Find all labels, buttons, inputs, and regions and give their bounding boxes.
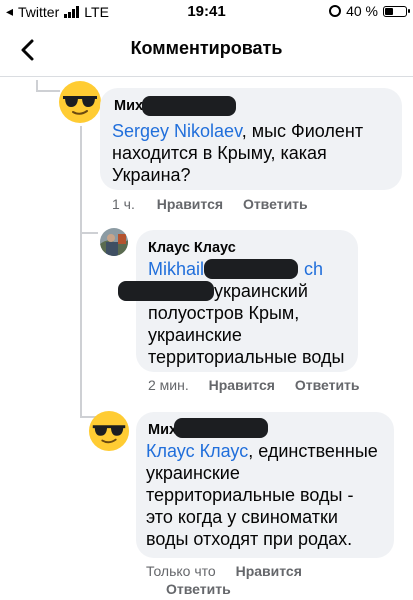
comment-author[interactable]: Мих	[148, 422, 177, 438]
redacted-name	[142, 96, 236, 116]
comment-time: 2 мин.	[148, 377, 189, 393]
comment-text-line-2: украинские	[146, 463, 240, 483]
comment-text-line-4: это когда у свиноматки	[146, 507, 338, 527]
nav-header: Комментировать	[0, 24, 413, 77]
thread-line-top-curve	[36, 90, 60, 92]
battery-icon	[383, 5, 410, 17]
comment-meta-1: 1 ч. Нравится Ответить	[112, 196, 308, 212]
comment-bubble-2[interactable]: Клаус Клаус Mikhail ch украинский полуос…	[118, 230, 358, 372]
thread-line-branch-1	[80, 232, 98, 234]
comment-author[interactable]: Клаус Клаус	[148, 240, 236, 256]
comment-text-line-1: Sergey Nikolaev, мыс Фиолент	[112, 120, 363, 142]
sunglasses-face-icon	[59, 81, 101, 123]
comment-time: Только что	[146, 563, 216, 579]
reply-button[interactable]: Ответить	[243, 196, 308, 212]
avatar-sunglasses[interactable]	[58, 80, 102, 124]
redacted-name	[204, 259, 298, 279]
avatar-photo[interactable]	[100, 228, 128, 256]
comment-text-line-3: полуостров Крым,	[148, 303, 300, 323]
page-title: Комментировать	[130, 38, 283, 58]
status-right: 40 %	[329, 3, 410, 19]
mention-link-start[interactable]: Mikhail	[148, 259, 204, 279]
comment-bubble-1[interactable]: Мих Sergey Nikolaev, мыс Фиолент находит…	[100, 88, 402, 190]
redacted-name	[118, 281, 214, 301]
battery-percent: 40 %	[346, 3, 378, 19]
avatar-sunglasses[interactable]	[88, 410, 130, 452]
comment-meta-2: 2 мин. Нравится Ответить	[148, 377, 360, 393]
mention-link[interactable]: Клаус Клаус	[146, 441, 248, 461]
comment-meta-3: Только что Нравится	[146, 562, 302, 580]
comment-time: 1 ч.	[112, 196, 135, 212]
comment-bubble-3[interactable]: Мих Клаус Клаус, единственные украинские…	[136, 412, 394, 558]
profile-photo	[100, 228, 128, 256]
comment-author[interactable]: Мих	[114, 98, 143, 114]
comment-text-line-1: Клаус Клаус, единственные	[146, 440, 378, 462]
comment-text-line-2: находится в Крыму, какая	[112, 143, 327, 163]
status-bar: ◂ Twitter LTE 19:41 40 %	[0, 0, 413, 24]
sunglasses-face-icon	[88, 410, 130, 452]
mention-link[interactable]: Sergey Nikolaev	[112, 121, 242, 141]
comment-text-segment: , мыс Фиолент	[241, 121, 364, 141]
comment-text-segment: , единственные	[248, 441, 378, 461]
reply-button[interactable]: Ответить	[166, 581, 231, 597]
thread-line-replies	[80, 126, 82, 416]
comment-text-line-2: украинский	[214, 281, 308, 301]
reply-button[interactable]: Ответить	[295, 377, 360, 393]
comment-text-line-1: Mikhail	[148, 258, 204, 280]
mention-link-end[interactable]: ch	[304, 258, 323, 280]
like-button[interactable]: Нравится	[236, 563, 302, 579]
comment-text-line-4: украинские	[148, 325, 242, 345]
comment-text-line-3: Украина?	[112, 165, 191, 185]
comment-text-line-3: территориальные воды -	[146, 485, 354, 505]
comment-meta-3-reply: Ответить	[166, 580, 231, 598]
alarm-icon	[329, 5, 342, 17]
comment-text-line-5: территориальные воды	[148, 347, 345, 367]
like-button[interactable]: Нравится	[157, 196, 223, 212]
comment-text-line-5: воды отходят при родах.	[146, 529, 353, 549]
redacted-name	[174, 418, 268, 438]
like-button[interactable]: Нравится	[209, 377, 275, 393]
